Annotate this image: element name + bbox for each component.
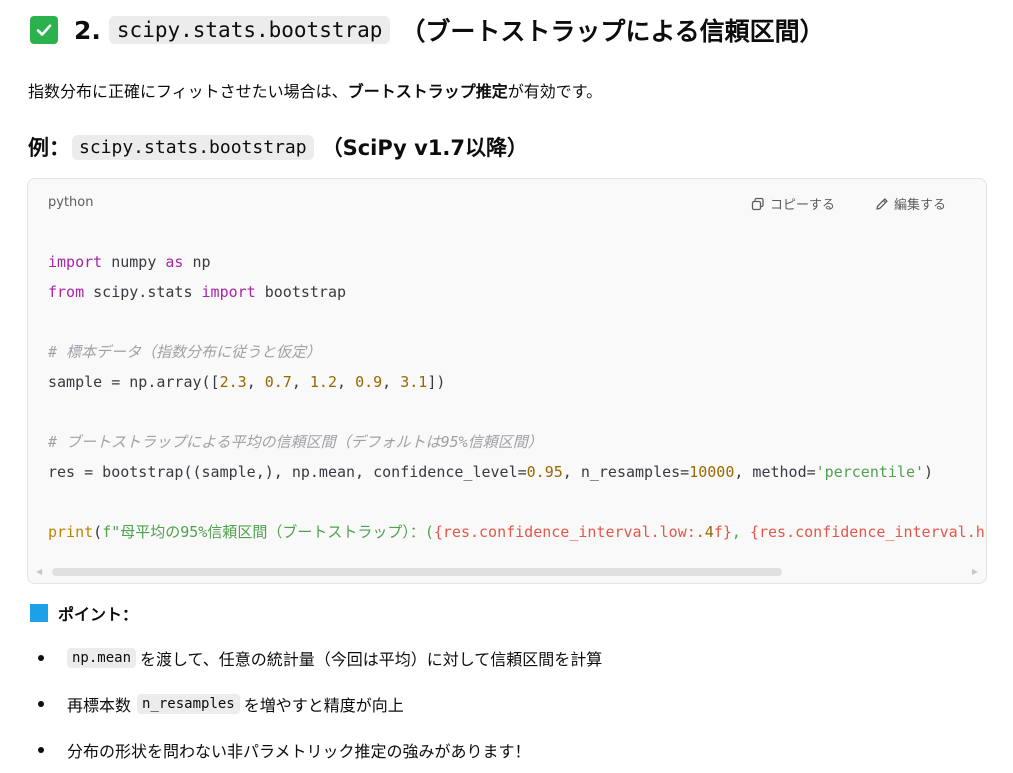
heading-title: （ブートストラップによる信頼区間）	[400, 17, 825, 46]
intro-bold: ブートストラップ推定	[347, 82, 508, 101]
example-label: 例：	[28, 136, 70, 160]
scroll-left-arrow-icon[interactable]: ◀	[36, 567, 46, 577]
bullet-dot	[38, 701, 44, 707]
example-code: scipy.stats.bootstrap	[72, 134, 314, 160]
points-title: ポイント：	[58, 605, 139, 624]
code-header: python コピーする 編集する	[28, 179, 986, 227]
list-item: np.mean を渡して、任意の統計量（今回は平均）に対して信頼区間を計算	[38, 646, 602, 670]
copy-label: コピーする	[769, 198, 835, 213]
list-item: 分布の形状を問わない非パラメトリック推定の強みがあります！	[38, 738, 531, 762]
horizontal-scrollbar[interactable]: ◀ ▶	[36, 567, 978, 577]
intro-after: が有効です。	[507, 82, 603, 101]
edit-label: 編集する	[893, 198, 946, 213]
check-icon	[30, 16, 58, 44]
list-item-text: を増やすと精度が向上	[243, 696, 404, 715]
edit-button[interactable]: 編集する	[875, 194, 946, 213]
section-number: 2.	[74, 15, 101, 45]
intro-before: 指数分布に正確にフィットさせたい場合は、	[28, 82, 348, 101]
inline-code: n_resamples	[137, 694, 240, 714]
scroll-thumb[interactable]	[52, 568, 782, 576]
example-heading: 例： scipy.stats.bootstrap （SciPy v1.7以降）	[28, 132, 528, 162]
list-item-text: を渡して、任意の統計量（今回は平均）に対して信頼区間を計算	[140, 650, 603, 669]
inline-code: np.mean	[67, 648, 137, 668]
code-line: sample = np.array([2.3, 0.7, 1.2, 0.9, 3…	[48, 373, 446, 391]
copy-button[interactable]: コピーする	[751, 194, 835, 213]
intro-text: 指数分布に正確にフィットさせたい場合は、ブートストラップ推定が有効です。	[28, 78, 602, 102]
code-line: res = bootstrap((sample,), np.mean, conf…	[48, 463, 934, 481]
blue-square-icon	[30, 604, 48, 622]
bullet-dot	[38, 655, 44, 661]
points-heading: ポイント：	[30, 601, 138, 625]
heading-code: scipy.stats.bootstrap	[108, 16, 391, 44]
pencil-icon	[876, 197, 888, 210]
code-block: python コピーする 編集する import numpy as np from…	[27, 178, 987, 584]
copy-icon	[751, 197, 764, 210]
page: 2. scipy.stats.bootstrap （ブートストラップによる信頼区…	[0, 0, 1013, 773]
list-item-prefix: 再標本数	[67, 696, 132, 715]
code-language: python	[48, 195, 94, 210]
code-content[interactable]: import numpy as np from scipy.stats impor…	[48, 247, 986, 547]
example-suffix: （SciPy v1.7以降）	[321, 136, 529, 160]
code-actions: コピーする 編集する	[751, 194, 946, 213]
code-line: # 標本データ（指数分布に従うと仮定）	[48, 343, 322, 361]
section-heading: 2. scipy.stats.bootstrap （ブートストラップによる信頼区…	[30, 12, 825, 48]
bullet-dot	[38, 747, 44, 753]
code-line: from scipy.stats import bootstrap	[48, 283, 347, 301]
code-line: import numpy as np	[48, 253, 211, 271]
scroll-right-arrow-icon[interactable]: ▶	[968, 567, 978, 577]
code-line: print(f"母平均の95%信頼区間（ブートストラップ）：({res.conf…	[48, 523, 986, 541]
code-line: # ブートストラップによる平均の信頼区間（デフォルトは95%信頼区間）	[48, 433, 543, 451]
list-item-text: 分布の形状を問わない非パラメトリック推定の強みがあります！	[67, 742, 531, 761]
list-item: 再標本数 n_resamples を増やすと精度が向上	[38, 692, 404, 716]
